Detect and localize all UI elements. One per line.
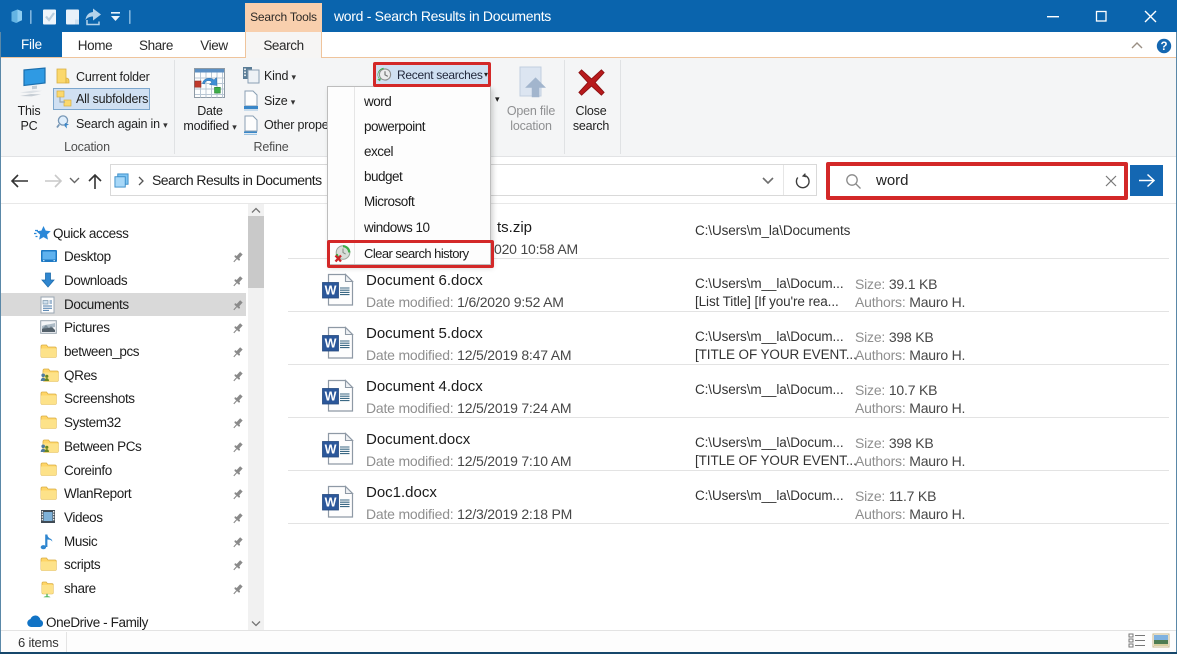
- svg-text:W: W: [325, 336, 337, 350]
- svg-text:W: W: [325, 442, 337, 456]
- svg-text:W: W: [325, 389, 337, 403]
- svg-text:W: W: [325, 283, 337, 297]
- svg-text:W: W: [325, 495, 337, 509]
- svg-text:?: ?: [1160, 41, 1167, 53]
